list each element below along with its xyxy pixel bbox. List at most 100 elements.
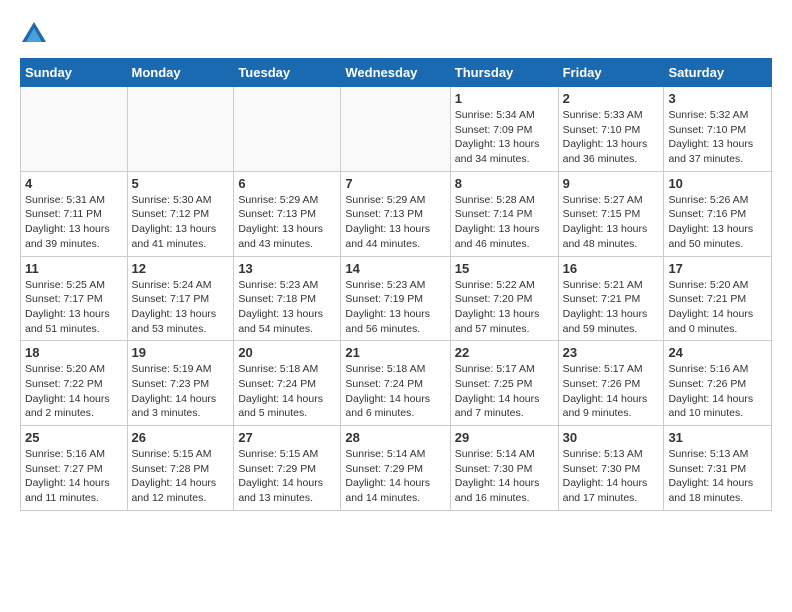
day-info: Sunrise: 5:17 AM Sunset: 7:26 PM Dayligh… — [563, 362, 660, 421]
calendar-cell: 9 Sunrise: 5:27 AM Sunset: 7:15 PM Daylig… — [558, 171, 664, 256]
day-number: 13 — [238, 261, 336, 276]
header-cell-wednesday: Wednesday — [341, 59, 450, 87]
day-number: 15 — [455, 261, 554, 276]
day-number: 29 — [455, 430, 554, 445]
day-info: Sunrise: 5:20 AM Sunset: 7:22 PM Dayligh… — [25, 362, 123, 421]
day-info: Sunrise: 5:26 AM Sunset: 7:16 PM Dayligh… — [668, 193, 767, 252]
day-info: Sunrise: 5:23 AM Sunset: 7:18 PM Dayligh… — [238, 278, 336, 337]
day-number: 8 — [455, 176, 554, 191]
calendar-cell: 18 Sunrise: 5:20 AM Sunset: 7:22 PM Dayli… — [21, 341, 128, 426]
day-info: Sunrise: 5:29 AM Sunset: 7:13 PM Dayligh… — [238, 193, 336, 252]
day-info: Sunrise: 5:21 AM Sunset: 7:21 PM Dayligh… — [563, 278, 660, 337]
header-cell-sunday: Sunday — [21, 59, 128, 87]
day-info: Sunrise: 5:14 AM Sunset: 7:30 PM Dayligh… — [455, 447, 554, 506]
header-cell-tuesday: Tuesday — [234, 59, 341, 87]
week-row-3: 11 Sunrise: 5:25 AM Sunset: 7:17 PM Dayli… — [21, 256, 772, 341]
calendar-cell: 11 Sunrise: 5:25 AM Sunset: 7:17 PM Dayli… — [21, 256, 128, 341]
day-number: 21 — [345, 345, 445, 360]
day-info: Sunrise: 5:18 AM Sunset: 7:24 PM Dayligh… — [345, 362, 445, 421]
logo — [20, 20, 52, 48]
calendar-cell: 21 Sunrise: 5:18 AM Sunset: 7:24 PM Dayli… — [341, 341, 450, 426]
calendar-cell: 26 Sunrise: 5:15 AM Sunset: 7:28 PM Dayli… — [127, 426, 234, 511]
calendar-cell: 17Sunrise: 5:20 AM Sunset: 7:21 PM Dayli… — [664, 256, 772, 341]
day-number: 23 — [563, 345, 660, 360]
calendar-cell: 1 Sunrise: 5:34 AM Sunset: 7:09 PM Daylig… — [450, 87, 558, 172]
calendar-cell: 22 Sunrise: 5:17 AM Sunset: 7:25 PM Dayli… — [450, 341, 558, 426]
day-number: 26 — [132, 430, 230, 445]
day-info: Sunrise: 5:13 AM Sunset: 7:31 PM Dayligh… — [668, 447, 767, 506]
calendar-cell: 5 Sunrise: 5:30 AM Sunset: 7:12 PM Daylig… — [127, 171, 234, 256]
day-number: 1 — [455, 91, 554, 106]
calendar-cell: 2 Sunrise: 5:33 AM Sunset: 7:10 PM Daylig… — [558, 87, 664, 172]
day-number: 24 — [668, 345, 767, 360]
day-number: 16 — [563, 261, 660, 276]
day-info: Sunrise: 5:33 AM Sunset: 7:10 PM Dayligh… — [563, 108, 660, 167]
day-info: Sunrise: 5:22 AM Sunset: 7:20 PM Dayligh… — [455, 278, 554, 337]
calendar-cell: 31 Sunrise: 5:13 AM Sunset: 7:31 PM Dayli… — [664, 426, 772, 511]
day-number: 14 — [345, 261, 445, 276]
day-info: Sunrise: 5:16 AM Sunset: 7:26 PM Dayligh… — [668, 362, 767, 421]
day-info: Sunrise: 5:13 AM Sunset: 7:30 PM Dayligh… — [563, 447, 660, 506]
page-header — [20, 20, 772, 48]
day-number: 12 — [132, 261, 230, 276]
calendar-cell: 16 Sunrise: 5:21 AM Sunset: 7:21 PM Dayli… — [558, 256, 664, 341]
day-info: Sunrise: 5:32 AM Sunset: 7:10 PM Dayligh… — [668, 108, 767, 167]
day-number: 28 — [345, 430, 445, 445]
calendar-cell: 25Sunrise: 5:16 AM Sunset: 7:27 PM Dayli… — [21, 426, 128, 511]
day-info: Sunrise: 5:28 AM Sunset: 7:14 PM Dayligh… — [455, 193, 554, 252]
day-number: 9 — [563, 176, 660, 191]
day-number: 6 — [238, 176, 336, 191]
calendar-cell: 15 Sunrise: 5:22 AM Sunset: 7:20 PM Dayli… — [450, 256, 558, 341]
day-info: Sunrise: 5:23 AM Sunset: 7:19 PM Dayligh… — [345, 278, 445, 337]
header-row: SundayMondayTuesdayWednesdayThursdayFrid… — [21, 59, 772, 87]
day-number: 25 — [25, 430, 123, 445]
calendar-cell: 4 Sunrise: 5:31 AM Sunset: 7:11 PM Daylig… — [21, 171, 128, 256]
day-number: 2 — [563, 91, 660, 106]
day-number: 27 — [238, 430, 336, 445]
calendar-cell: 23 Sunrise: 5:17 AM Sunset: 7:26 PM Dayli… — [558, 341, 664, 426]
day-info: Sunrise: 5:30 AM Sunset: 7:12 PM Dayligh… — [132, 193, 230, 252]
calendar-cell: 3 Sunrise: 5:32 AM Sunset: 7:10 PM Daylig… — [664, 87, 772, 172]
week-row-2: 4 Sunrise: 5:31 AM Sunset: 7:11 PM Daylig… — [21, 171, 772, 256]
header-cell-monday: Monday — [127, 59, 234, 87]
day-number: 5 — [132, 176, 230, 191]
day-number: 10 — [668, 176, 767, 191]
calendar-cell: 20 Sunrise: 5:18 AM Sunset: 7:24 PM Dayli… — [234, 341, 341, 426]
calendar-cell: 14 Sunrise: 5:23 AM Sunset: 7:19 PM Dayli… — [341, 256, 450, 341]
calendar-cell: 24 Sunrise: 5:16 AM Sunset: 7:26 PM Dayli… — [664, 341, 772, 426]
calendar-cell: 13 Sunrise: 5:23 AM Sunset: 7:18 PM Dayli… — [234, 256, 341, 341]
day-info: Sunrise: 5:15 AM Sunset: 7:28 PM Dayligh… — [132, 447, 230, 506]
logo-icon — [20, 20, 48, 48]
day-info: Sunrise: 5:17 AM Sunset: 7:25 PM Dayligh… — [455, 362, 554, 421]
day-info: Sunrise: 5:27 AM Sunset: 7:15 PM Dayligh… — [563, 193, 660, 252]
calendar-cell: 8 Sunrise: 5:28 AM Sunset: 7:14 PM Daylig… — [450, 171, 558, 256]
calendar-cell: 6 Sunrise: 5:29 AM Sunset: 7:13 PM Daylig… — [234, 171, 341, 256]
day-info: Sunrise: 5:29 AM Sunset: 7:13 PM Dayligh… — [345, 193, 445, 252]
day-number: 4 — [25, 176, 123, 191]
day-number: 3 — [668, 91, 767, 106]
calendar-body: 1 Sunrise: 5:34 AM Sunset: 7:09 PM Daylig… — [21, 87, 772, 511]
calendar-cell: 29 Sunrise: 5:14 AM Sunset: 7:30 PM Dayli… — [450, 426, 558, 511]
week-row-5: 25Sunrise: 5:16 AM Sunset: 7:27 PM Dayli… — [21, 426, 772, 511]
day-number: 31 — [668, 430, 767, 445]
calendar-cell: 19Sunrise: 5:19 AM Sunset: 7:23 PM Dayli… — [127, 341, 234, 426]
day-info: Sunrise: 5:18 AM Sunset: 7:24 PM Dayligh… — [238, 362, 336, 421]
day-info: Sunrise: 5:15 AM Sunset: 7:29 PM Dayligh… — [238, 447, 336, 506]
day-number: 20 — [238, 345, 336, 360]
calendar-cell — [21, 87, 128, 172]
day-number: 18 — [25, 345, 123, 360]
day-info: Sunrise: 5:19 AM Sunset: 7:23 PM Dayligh… — [132, 362, 230, 421]
calendar-cell: 10 Sunrise: 5:26 AM Sunset: 7:16 PM Dayli… — [664, 171, 772, 256]
day-number: 11 — [25, 261, 123, 276]
day-info: Sunrise: 5:34 AM Sunset: 7:09 PM Dayligh… — [455, 108, 554, 167]
day-number: 22 — [455, 345, 554, 360]
day-info: Sunrise: 5:31 AM Sunset: 7:11 PM Dayligh… — [25, 193, 123, 252]
day-info: Sunrise: 5:25 AM Sunset: 7:17 PM Dayligh… — [25, 278, 123, 337]
day-info: Sunrise: 5:24 AM Sunset: 7:17 PM Dayligh… — [132, 278, 230, 337]
day-number: 17 — [668, 261, 767, 276]
calendar-cell: 7 Sunrise: 5:29 AM Sunset: 7:13 PM Daylig… — [341, 171, 450, 256]
calendar-cell: 12 Sunrise: 5:24 AM Sunset: 7:17 PM Dayli… — [127, 256, 234, 341]
calendar-cell: 27 Sunrise: 5:15 AM Sunset: 7:29 PM Dayli… — [234, 426, 341, 511]
day-number: 7 — [345, 176, 445, 191]
day-number: 30 — [563, 430, 660, 445]
